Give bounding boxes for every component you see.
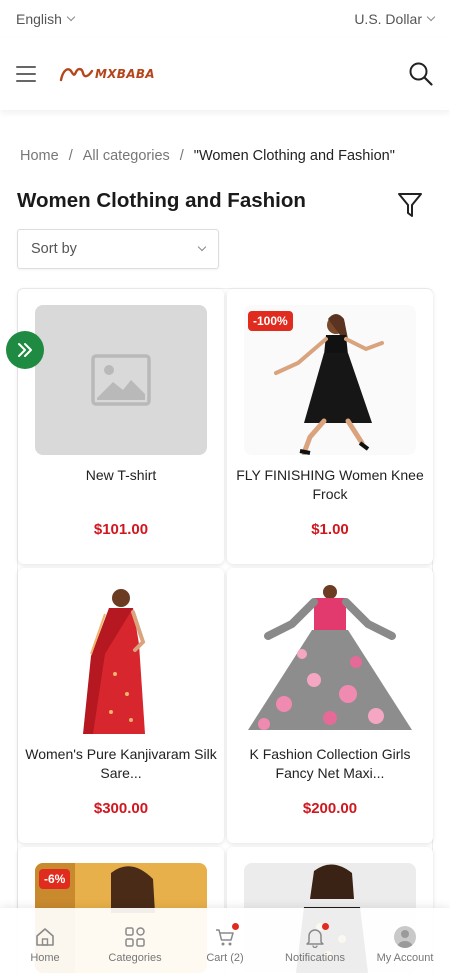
nav-notifications[interactable]: Notifications [270, 908, 360, 975]
logo-text: MXBABA [95, 67, 155, 81]
product-name[interactable]: New T-shirt [24, 466, 218, 485]
cart-dot-indicator [232, 923, 239, 930]
logo-mark-icon [59, 67, 94, 82]
product-price: $200.00 [302, 800, 358, 817]
menu-icon[interactable] [16, 66, 36, 82]
discount-badge: -6% [39, 869, 71, 889]
currency-selector[interactable]: U.S. Dollar [354, 11, 436, 27]
product-card[interactable]: -100% FLY FINISHING Women Knee Frock $1.… [227, 289, 433, 564]
breadcrumb-current: "Women Clothing and Fashion" [193, 148, 395, 164]
cart-icon-wrapper [214, 923, 239, 948]
product-name[interactable]: FLY FINISHING Women Knee Frock [233, 466, 427, 504]
nav-categories-label: Categories [108, 952, 162, 964]
nav-account-label: My Account [376, 952, 434, 964]
logo[interactable]: MXBABA [58, 65, 155, 83]
breadcrumb-separator: / [179, 148, 184, 164]
nav-home[interactable]: Home [0, 908, 90, 975]
product-price: $300.00 [93, 800, 149, 817]
user-avatar-icon [397, 930, 413, 948]
nav-cart-label: Cart (2) [206, 952, 244, 964]
chevron-down-icon [66, 12, 76, 22]
product-image-placeholder [35, 305, 207, 455]
product-price: $101.00 [93, 521, 149, 538]
product-image: -100% [244, 305, 416, 455]
product-image [244, 584, 416, 734]
product-card[interactable]: K Fashion Collection Girls Fancy Net Max… [227, 568, 433, 843]
discount-badge: -100% [248, 311, 293, 331]
product-card[interactable]: New T-shirt $101.00 [18, 289, 224, 564]
side-expand-button[interactable] [6, 331, 44, 369]
breadcrumb-all-categories[interactable]: All categories [83, 148, 170, 164]
nav-categories[interactable]: Categories [90, 908, 180, 975]
language-selector[interactable]: English [16, 11, 76, 27]
page-title: Women Clothing and Fashion [17, 189, 306, 212]
nav-notifications-label: Notifications [285, 952, 345, 964]
floral-maxi-dress-image [244, 584, 416, 734]
bottom-navigation: Home Categories Cart (2) Notifications M… [0, 908, 450, 975]
notification-dot-indicator [322, 923, 329, 930]
nav-home-label: Home [30, 952, 60, 964]
filter-icon[interactable] [397, 191, 423, 219]
double-chevron-right-icon [18, 343, 32, 357]
product-card[interactable]: Women's Pure Kanjivaram Silk Sare... $30… [18, 568, 224, 843]
currency-label: U.S. Dollar [354, 11, 422, 27]
product-image [35, 584, 207, 734]
product-grid: New T-shirt $101.00 -100% FLY FINISHING … [17, 288, 433, 975]
red-saree-image [35, 584, 207, 734]
header: MXBABA [0, 38, 450, 110]
breadcrumb-separator: / [68, 148, 73, 164]
chevron-down-icon [197, 242, 207, 252]
categories-icon [125, 927, 145, 947]
product-price: $1.00 [311, 521, 349, 538]
product-name[interactable]: Women's Pure Kanjivaram Silk Sare... [24, 745, 218, 783]
product-name[interactable]: K Fashion Collection Girls Fancy Net Max… [233, 745, 427, 783]
nav-account[interactable]: My Account [360, 908, 450, 975]
search-icon[interactable] [408, 61, 434, 87]
image-placeholder-icon [91, 354, 151, 406]
top-bar: English U.S. Dollar [0, 0, 450, 38]
breadcrumb-home[interactable]: Home [20, 148, 59, 164]
bell-icon-wrapper [304, 923, 329, 949]
sort-label: Sort by [31, 241, 77, 257]
breadcrumb: Home / All categories / "Women Clothing … [20, 148, 395, 164]
nav-cart[interactable]: Cart (2) [180, 908, 270, 975]
home-icon [36, 928, 54, 946]
chevron-down-icon [426, 12, 436, 22]
avatar [394, 926, 416, 948]
sort-dropdown[interactable]: Sort by [17, 229, 219, 269]
language-label: English [16, 11, 62, 27]
